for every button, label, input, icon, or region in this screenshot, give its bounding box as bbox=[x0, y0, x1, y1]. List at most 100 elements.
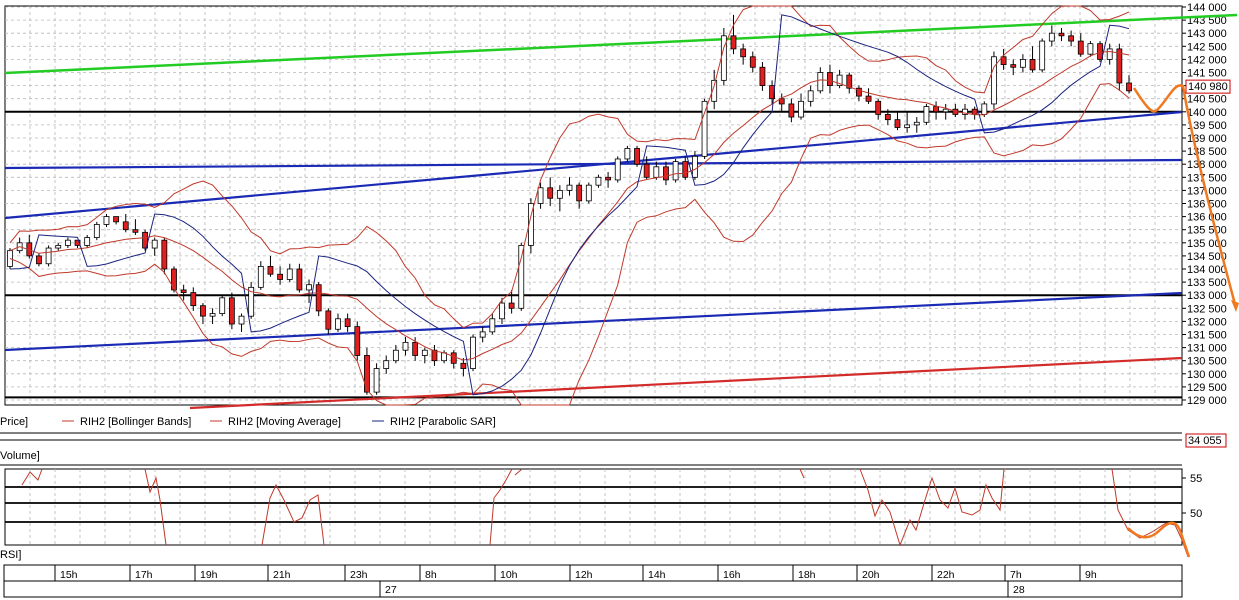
candle-body bbox=[171, 268, 177, 291]
rsi-tick-label: 55 bbox=[1190, 473, 1202, 485]
candle-body bbox=[180, 289, 187, 293]
candle-body bbox=[894, 119, 901, 128]
price-tick-label: 133 000 bbox=[1187, 290, 1227, 302]
price-tick-label: 132 500 bbox=[1187, 303, 1227, 315]
candle-body bbox=[325, 310, 332, 330]
candle-body bbox=[421, 349, 428, 356]
candle-body bbox=[595, 176, 602, 186]
forecast-arrowhead bbox=[1231, 300, 1239, 312]
hour-label: 18h bbox=[798, 569, 816, 581]
candle-body bbox=[55, 245, 62, 249]
chart-canvas: 144 000143 500143 000142 500142 000141 5… bbox=[0, 2, 1239, 598]
candle-body bbox=[605, 176, 611, 181]
last-price-value: 140 980 bbox=[1188, 81, 1228, 93]
candle-body bbox=[151, 239, 158, 249]
candle-body bbox=[971, 108, 978, 115]
candle-body bbox=[913, 121, 920, 126]
candle-body bbox=[875, 100, 882, 115]
price-tick-label: 132 000 bbox=[1187, 316, 1227, 328]
hour-label: 16h bbox=[723, 569, 741, 581]
legend-label: RIH2 [Parabolic SAR] bbox=[390, 416, 496, 428]
candle-body bbox=[267, 265, 274, 275]
candle-body bbox=[682, 161, 689, 178]
candle-body bbox=[537, 187, 544, 204]
candle-body bbox=[93, 224, 100, 238]
candle-body bbox=[865, 95, 872, 102]
price-panel-label: Price] bbox=[0, 416, 28, 428]
candle-body bbox=[103, 216, 110, 225]
candle-body bbox=[257, 265, 264, 288]
candle-body bbox=[354, 326, 361, 356]
candle-body bbox=[315, 284, 322, 312]
candle-body bbox=[672, 161, 679, 181]
candle-body bbox=[1106, 48, 1113, 60]
candle-body bbox=[228, 297, 235, 325]
price-tick-label: 139 500 bbox=[1187, 120, 1227, 132]
candle-body bbox=[981, 103, 988, 115]
candle-body bbox=[335, 318, 341, 330]
candle-body bbox=[286, 268, 293, 280]
candle-body bbox=[508, 302, 515, 309]
candle-body bbox=[383, 360, 390, 369]
candle-body bbox=[1039, 40, 1046, 71]
price-tick-label: 142 000 bbox=[1187, 54, 1227, 66]
candle-body bbox=[190, 292, 197, 307]
candle-body bbox=[991, 56, 997, 105]
hour-label: 23h bbox=[350, 569, 368, 581]
rsi-panel-label: RSI] bbox=[0, 549, 21, 561]
candle-body bbox=[547, 187, 554, 199]
candle-body bbox=[373, 368, 380, 393]
price-tick-label: 129 500 bbox=[1187, 382, 1227, 394]
day-label: 28 bbox=[1013, 584, 1025, 596]
candle-body bbox=[827, 72, 833, 86]
candle-body bbox=[161, 239, 168, 270]
candle-body bbox=[1048, 32, 1055, 42]
hour-label: 17h bbox=[135, 569, 153, 581]
candle-body bbox=[1126, 82, 1132, 92]
candle-body bbox=[277, 273, 284, 280]
hour-label: 19h bbox=[200, 569, 218, 581]
candle-body bbox=[701, 100, 708, 157]
candle-body bbox=[364, 355, 370, 393]
candle-body bbox=[344, 318, 351, 328]
candle-body bbox=[219, 297, 226, 314]
price-tick-label: 135 500 bbox=[1187, 225, 1227, 237]
candle-body bbox=[749, 56, 756, 68]
candle-body bbox=[1019, 59, 1026, 68]
candle-body bbox=[566, 184, 573, 191]
price-tick-label: 144 000 bbox=[1187, 2, 1227, 14]
price-tick-label: 140 500 bbox=[1187, 94, 1227, 106]
candle-body bbox=[412, 341, 419, 356]
candle-body bbox=[200, 305, 206, 317]
candle-body bbox=[923, 106, 930, 123]
candle-body bbox=[788, 103, 795, 118]
candle-body bbox=[1116, 48, 1123, 84]
candle-body bbox=[740, 48, 747, 58]
candle-body bbox=[807, 90, 814, 102]
candle-body bbox=[817, 72, 824, 92]
candle-body bbox=[209, 313, 216, 317]
price-tick-label: 134 000 bbox=[1187, 264, 1227, 276]
candle-body bbox=[576, 184, 583, 202]
hour-label: 9h bbox=[1085, 569, 1097, 581]
candle-body bbox=[460, 362, 467, 369]
day-label: 27 bbox=[385, 584, 397, 596]
price-tick-label: 138 500 bbox=[1187, 146, 1227, 158]
candle-body bbox=[663, 166, 669, 181]
candle-body bbox=[556, 189, 563, 199]
candle-body bbox=[624, 148, 631, 160]
price-tick-label: 133 500 bbox=[1187, 277, 1227, 289]
candle-body bbox=[296, 268, 303, 291]
hour-label: 7h bbox=[1010, 569, 1022, 581]
candle-body bbox=[113, 216, 120, 223]
hour-label: 15h bbox=[60, 569, 78, 581]
candle-body bbox=[614, 158, 621, 181]
candle-body bbox=[431, 349, 438, 362]
price-tick-label: 129 000 bbox=[1187, 395, 1227, 407]
candle-body bbox=[643, 163, 650, 178]
hour-label: 8h bbox=[425, 569, 437, 581]
candle-body bbox=[499, 302, 505, 320]
candle-body bbox=[884, 114, 891, 121]
legend-label: RIH2 [Moving Average] bbox=[228, 416, 341, 428]
candle-body bbox=[585, 184, 592, 202]
